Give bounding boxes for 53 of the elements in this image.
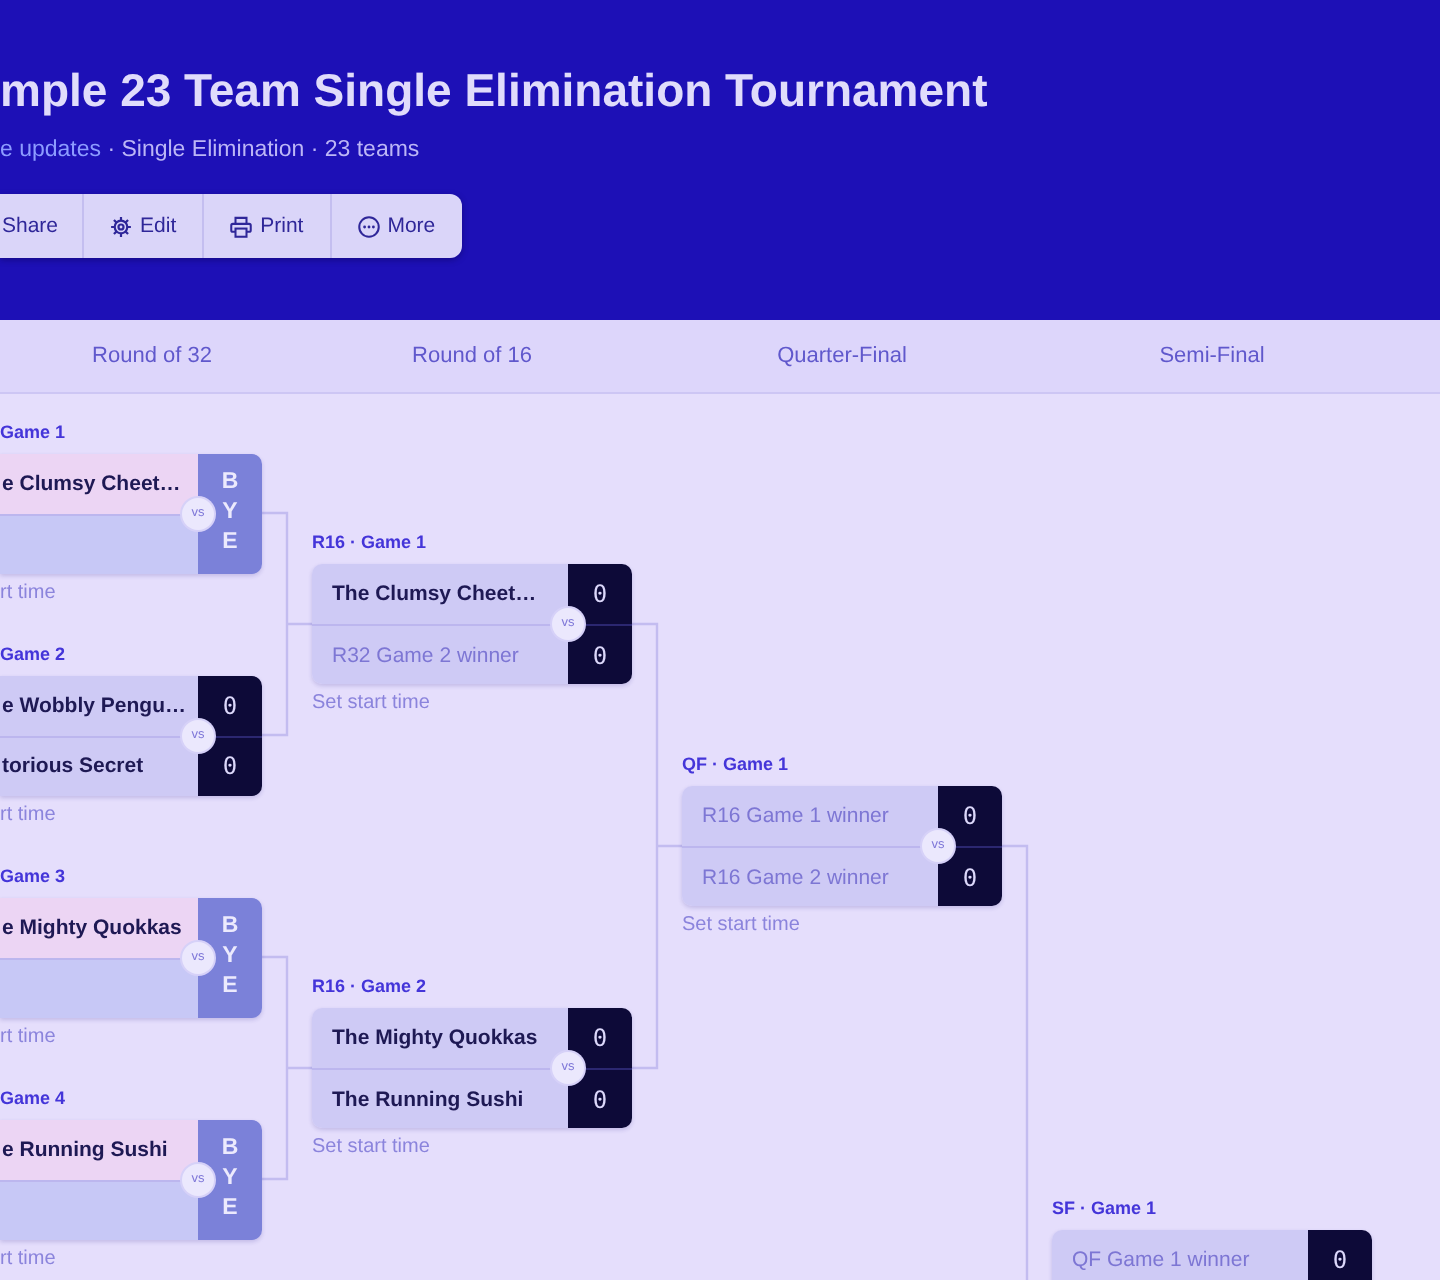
start-time-link[interactable]: rt time (0, 581, 56, 605)
team-name: e Running Sushi (2, 1135, 168, 1163)
pending-team-name: QF Game 1 winner (1072, 1246, 1250, 1274)
game-label: Game 1 (0, 421, 66, 443)
start-time-link[interactable]: rt time (0, 1247, 56, 1271)
more-icon (357, 215, 380, 237)
pending-team-name: R16 Game 1 winner (702, 802, 889, 830)
team-name: torious Secret (2, 752, 144, 780)
team-name: The Clumsy Cheet… (332, 580, 537, 608)
pending-team-name: R32 Game 2 winner (332, 641, 519, 669)
updates-link[interactable]: e updates (0, 138, 102, 162)
pending-team-name: R16 Game 2 winner (702, 863, 889, 891)
bye-label: BYE (219, 1134, 241, 1224)
start-time-link[interactable]: Set start time (312, 692, 430, 716)
team-name: e Clumsy Cheet… (2, 469, 181, 497)
start-time-link[interactable]: rt time (0, 803, 56, 827)
start-time-link[interactable]: Set start time (682, 914, 800, 938)
round-title: Round of 32 (92, 344, 212, 368)
team-score: 0 (962, 863, 978, 891)
team-score: 0 (222, 691, 238, 719)
team-name: The Running Sushi (332, 1085, 524, 1113)
team-score: 0 (592, 580, 608, 608)
round-title: Semi-Final (1159, 344, 1265, 368)
bye-label: BYE (219, 468, 241, 558)
tournament-meta: e updates · Single Elimination · 23 teams (0, 136, 420, 164)
team-name: e Wobbly Pengu… (2, 691, 186, 719)
start-time-link[interactable]: rt time (0, 1025, 56, 1049)
team-score: 0 (222, 752, 238, 780)
game-label: R16 · Game 1 (312, 532, 427, 554)
round-title: Quarter-Final (777, 344, 907, 368)
toolbar-button[interactable]: Share (0, 194, 83, 258)
game-label: QF · Game 1 (682, 754, 789, 776)
team-score: 0 (962, 802, 978, 830)
toolbar-button[interactable]: Edit (82, 194, 203, 258)
team-score: 0 (592, 641, 608, 669)
printer-icon (230, 215, 253, 237)
toolbar-button[interactable]: More (329, 194, 462, 258)
team-score: 0 (1332, 1246, 1348, 1274)
bye-label: BYE (219, 912, 241, 1002)
game-label: SF · Game 1 (1052, 1198, 1157, 1220)
game-label: Game 4 (0, 1087, 66, 1109)
team-score: 0 (592, 1024, 608, 1052)
team-score: 0 (592, 1085, 608, 1113)
round-title: Round of 16 (412, 344, 532, 368)
game-label: R16 · Game 2 (312, 976, 427, 998)
start-time-link[interactable]: Set start time (312, 1136, 430, 1160)
team-name: The Mighty Quokkas (332, 1024, 538, 1052)
gear-icon (110, 215, 133, 237)
team-name: e Mighty Quokkas (2, 913, 182, 941)
toolbar-button[interactable]: Print (202, 194, 330, 258)
game-label: Game 3 (0, 865, 66, 887)
page-title: mple 23 Team Single Elimination Tournament (0, 62, 988, 118)
game-label: Game 2 (0, 643, 66, 665)
